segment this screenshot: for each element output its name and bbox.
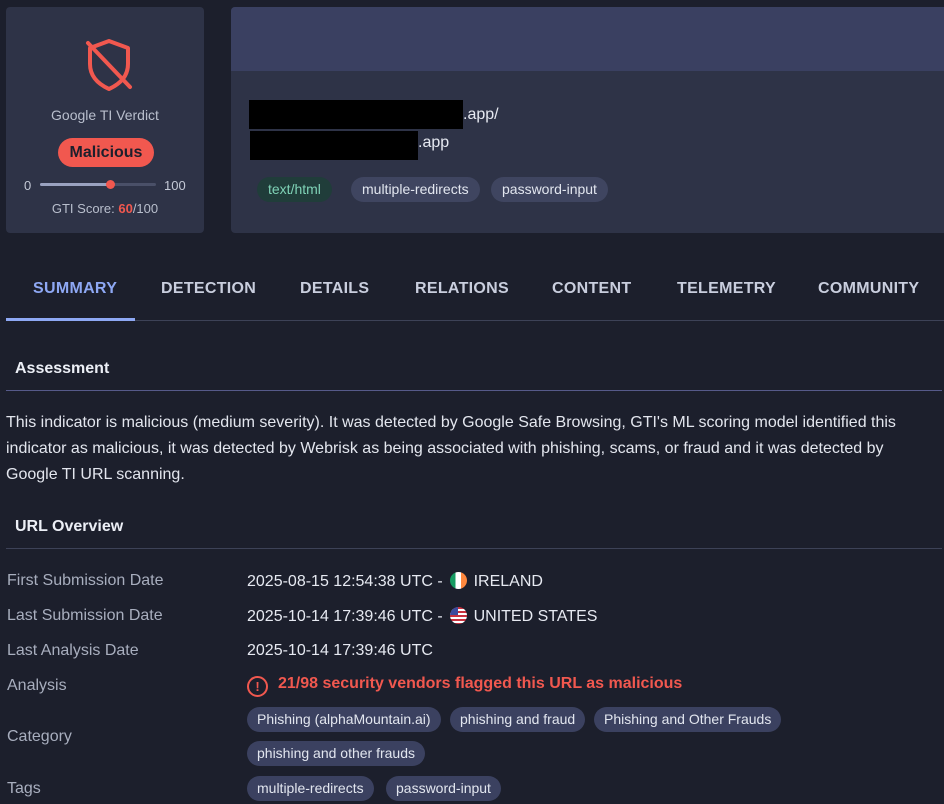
url-line-1-suffix: .app/ [463, 106, 499, 123]
first-submission-date: 2025-08-15 12:54:38 UTC - [247, 573, 448, 590]
assessment-text: This indicator is malicious (medium seve… [6, 414, 896, 483]
tag-chip[interactable]: multiple-redirects [247, 776, 374, 801]
tag-chip[interactable]: password-input [386, 776, 501, 801]
gti-score: GTI Score: 60/100 [6, 201, 204, 216]
tags-label: Tags [7, 780, 41, 797]
ireland-flag-icon [450, 572, 468, 589]
last-submission-country: UNITED STATES [473, 608, 598, 625]
tab-content[interactable]: CONTENT [552, 280, 631, 298]
score-prefix: GTI Score: [51, 201, 119, 216]
url-overview-title: URL Overview [15, 518, 124, 535]
tab-relations[interactable]: RELATIONS [415, 280, 509, 298]
first-submission-country: IRELAND [473, 573, 543, 590]
active-tab-indicator [6, 318, 135, 321]
category-chip[interactable]: Phishing (alphaMountain.ai) [247, 707, 441, 732]
tab-summary[interactable]: SUMMARY [33, 280, 117, 298]
redacted-url-1 [249, 100, 463, 129]
score-slider [40, 180, 156, 189]
shield-off-icon [86, 39, 132, 91]
tab-telemetry[interactable]: TELEMETRY [677, 280, 776, 298]
category-chip[interactable]: Phishing and Other Frauds [594, 707, 782, 732]
category-label: Category [7, 728, 72, 745]
verdict-badge: Malicious [58, 138, 154, 167]
url-tag-password-input[interactable]: password-input [491, 177, 608, 202]
tab-community[interactable]: COMMUNITY [818, 280, 919, 298]
url-tag-multiple-redirects[interactable]: multiple-redirects [351, 177, 480, 202]
url-tag-text-html[interactable]: text/html [257, 177, 332, 202]
score-thumb [105, 180, 115, 189]
tab-bar: SUMMARY DETECTION DETAILS RELATIONS CONT… [6, 258, 944, 321]
score-value: 60 [118, 201, 133, 216]
category-chip[interactable]: phishing and fraud [450, 707, 586, 732]
score-max-label: 100 [164, 178, 186, 193]
analysis-text: 21/98 security vendors flagged this URL … [278, 675, 683, 692]
redacted-url-2 [250, 131, 418, 160]
url-line-2-suffix: .app [418, 134, 450, 151]
tab-details[interactable]: DETAILS [300, 280, 369, 298]
url-card: .app/ .app text/html multiple-redirects … [231, 7, 944, 233]
first-submission-label: First Submission Date [7, 572, 164, 589]
url-overview-divider [6, 548, 942, 549]
analysis-label: Analysis [7, 677, 67, 694]
url-card-header [231, 7, 944, 71]
last-submission-date: 2025-10-14 17:39:46 UTC - [247, 608, 448, 625]
verdict-card: Google TI Verdict Malicious 0 100 GTI Sc… [6, 7, 204, 233]
score-suffix: /100 [132, 201, 159, 216]
first-submission-value: 2025-08-15 12:54:38 UTC - IRELAND [247, 572, 543, 591]
united-states-flag-icon [450, 607, 468, 624]
last-analysis-value: 2025-10-14 17:39:46 UTC [247, 642, 433, 659]
score-min-label: 0 [24, 178, 32, 193]
assessment-divider [6, 390, 942, 391]
analysis-value[interactable]: ! 21/98 security vendors flagged this URL… [247, 675, 682, 697]
last-submission-label: Last Submission Date [7, 607, 163, 624]
alert-circle-icon: ! [247, 676, 268, 697]
category-chip[interactable]: phishing and other frauds [247, 741, 425, 766]
verdict-title: Google TI Verdict [51, 107, 159, 123]
score-fill [40, 183, 110, 186]
assessment-title: Assessment [15, 360, 110, 377]
tab-detection[interactable]: DETECTION [161, 280, 256, 298]
last-analysis-label: Last Analysis Date [7, 642, 139, 659]
last-submission-value: 2025-10-14 17:39:46 UTC - UNITED STATES [247, 607, 597, 626]
